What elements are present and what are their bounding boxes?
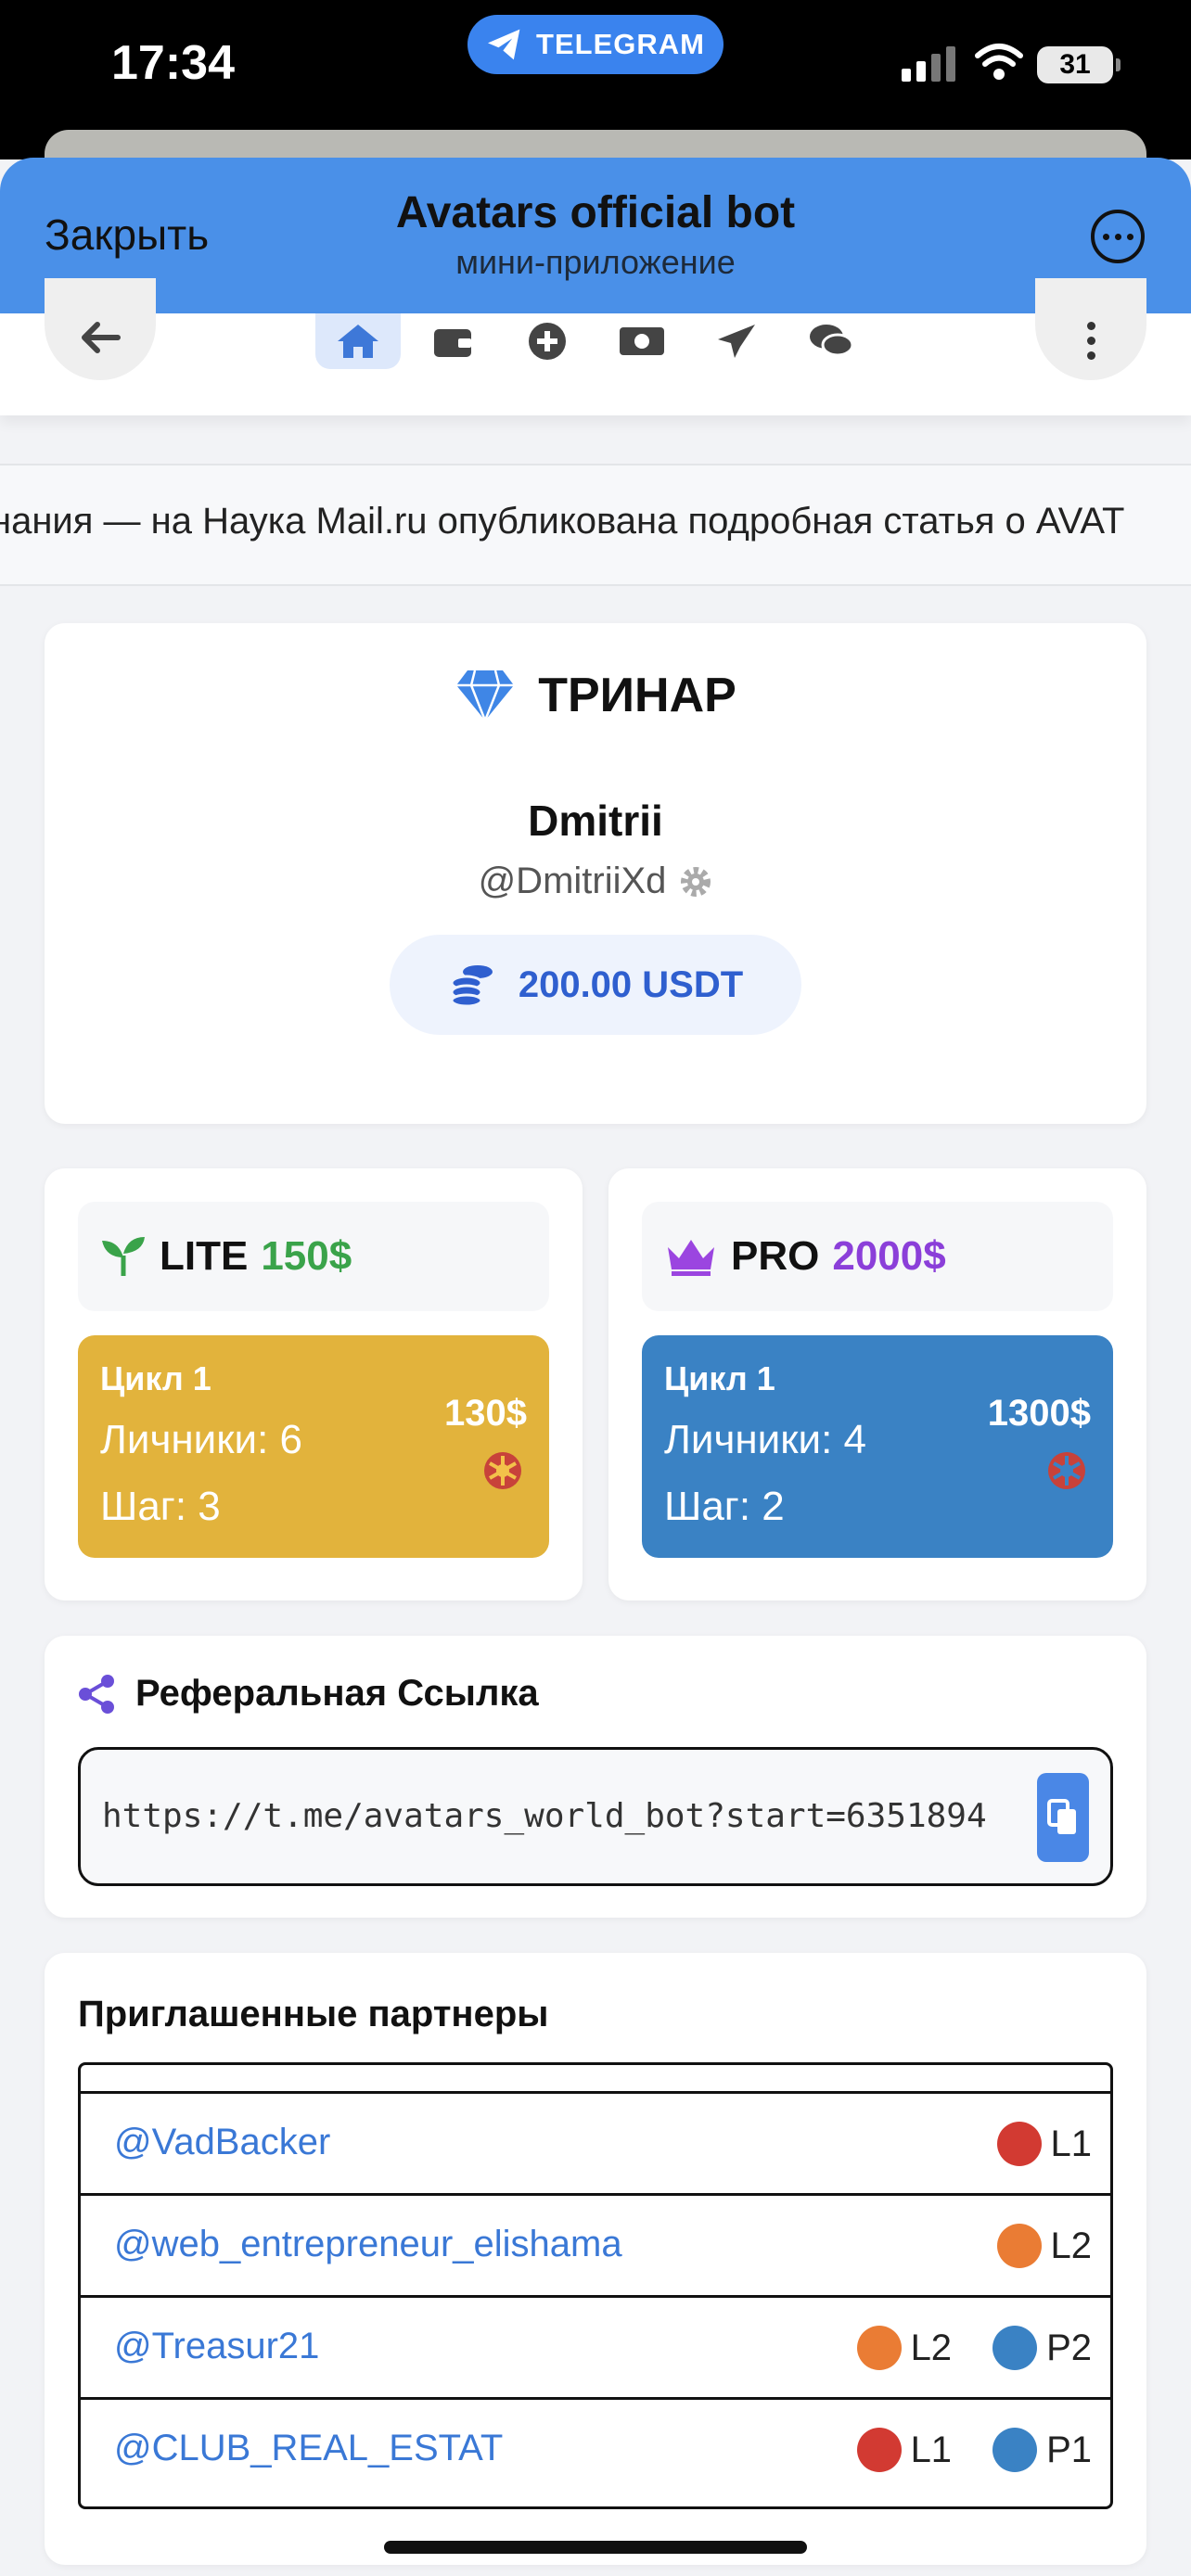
- share-icon: [79, 1674, 114, 1714]
- referral-title-text: Реферальная Ссылка: [135, 1673, 539, 1714]
- partner-badges: L1 P1: [856, 2428, 1092, 2472]
- table-row[interactable]: @web_entrepreneur_elishama L2: [81, 2193, 1110, 2295]
- money-icon: [620, 327, 664, 355]
- table-row[interactable]: @CLUB_REAL_ESTAT L1 P1: [81, 2397, 1110, 2499]
- plan-card-lite: LITE 150$ Цикл 1 Личники: 6 Шаг: 3 130$: [45, 1168, 583, 1600]
- badge-label: P2: [1046, 2327, 1092, 2368]
- nav-send[interactable]: [694, 313, 779, 369]
- personal-count: Личники: 6: [100, 1417, 303, 1462]
- partners-table: @VadBacker L1 @web_entrepreneur_elishama…: [78, 2062, 1113, 2509]
- wallet-icon: [434, 329, 471, 357]
- rank-title: ТРИНАР: [45, 668, 1146, 723]
- user-name: Dmitrii: [528, 797, 663, 845]
- partner-name[interactable]: @Treasur21: [114, 2326, 319, 2367]
- badge-label: P1: [1046, 2429, 1092, 2470]
- badge-dot: [996, 2122, 1042, 2166]
- personal-count: Личники: 4: [664, 1417, 867, 1462]
- table-row[interactable]: @Treasur21 L2 P2: [81, 2295, 1110, 2397]
- copy-button[interactable]: [1037, 1773, 1089, 1862]
- referral-link[interactable]: https://t.me/avatars_world_bot?start=635…: [102, 1797, 1020, 1835]
- sprout-icon: [102, 1237, 145, 1276]
- badge-label: L2: [1050, 2225, 1093, 2266]
- home-icon: [338, 325, 378, 358]
- step-label: Шаг: 3: [100, 1484, 221, 1529]
- badge-dot: [856, 2428, 902, 2472]
- gear-icon[interactable]: [679, 865, 712, 899]
- cycle-label: Цикл 1: [664, 1359, 775, 1397]
- nav-chat[interactable]: [788, 313, 874, 369]
- more-options-button[interactable]: [1091, 210, 1145, 263]
- badge-label: L2: [910, 2327, 953, 2368]
- nav-home[interactable]: [315, 313, 401, 369]
- ticker-text: нания — на Наука Mail.ru опубликована по…: [0, 501, 1125, 542]
- plan-header: LITE 150$: [78, 1202, 549, 1311]
- token-icon: [1048, 1452, 1085, 1489]
- step-label: Шаг: 2: [664, 1484, 785, 1529]
- user-handle: @DmitriiXd: [45, 861, 1146, 902]
- diamond-icon: [456, 670, 515, 722]
- balance-value: 200.00 USDT: [518, 963, 744, 1005]
- program-badge: P2: [992, 2326, 1092, 2370]
- chat-icon: [810, 325, 854, 357]
- telegram-icon: [488, 29, 520, 60]
- plan-name: LITE: [160, 1233, 249, 1279]
- home-indicator: [384, 2541, 807, 2554]
- nav-wallet[interactable]: [410, 313, 495, 369]
- level-badge: L1: [856, 2428, 953, 2472]
- plan-card-pro: PRO 2000$ Цикл 1 Личники: 4 Шаг: 2 1300$: [608, 1168, 1146, 1600]
- status-time: 17:34: [111, 36, 235, 90]
- level-badge: L2: [996, 2224, 1093, 2268]
- plan-price: 2000$: [832, 1233, 946, 1279]
- nav-money[interactable]: [599, 313, 685, 369]
- badge-label: L1: [910, 2429, 953, 2470]
- nav-icons: [315, 313, 874, 371]
- telegram-pill[interactable]: TELEGRAM: [467, 15, 724, 74]
- plan-header: PRO 2000$: [642, 1202, 1113, 1311]
- plus-circle-icon: [529, 323, 566, 360]
- badge-label: L1: [1050, 2123, 1093, 2164]
- partner-badges: L2: [996, 2224, 1093, 2268]
- partner-badges: L1: [996, 2122, 1093, 2166]
- level-badge: L2: [856, 2326, 953, 2370]
- partner-name[interactable]: @VadBacker: [114, 2122, 330, 2163]
- pill-label: TELEGRAM: [536, 28, 705, 60]
- cycle-amount: 1300$: [987, 1393, 1091, 1434]
- nav-add[interactable]: [505, 313, 590, 369]
- plan-price: 150$: [261, 1233, 352, 1279]
- battery-indicator: 31: [1037, 46, 1121, 83]
- referral-title: Реферальная Ссылка: [78, 1673, 539, 1715]
- program-badge: P1: [992, 2428, 1092, 2472]
- balance-badge: 200.00 USDT: [390, 935, 801, 1035]
- cellular-signal-icon: [902, 46, 955, 82]
- partner-badges: L2 P2: [856, 2326, 1092, 2370]
- bot-title: Avatars official bot: [395, 188, 796, 237]
- copy-icon: [1047, 1799, 1076, 1834]
- bot-subtitle: мини-приложение: [455, 243, 736, 281]
- news-ticker: нания — на Наука Mail.ru опубликована по…: [0, 464, 1191, 586]
- user-handle-text: @DmitriiXd: [478, 861, 667, 901]
- rank-label: ТРИНАР: [538, 669, 736, 722]
- crown-icon: [668, 1240, 714, 1276]
- coins-icon: [450, 965, 493, 1007]
- cycle-card[interactable]: Цикл 1 Личники: 6 Шаг: 3 130$: [78, 1335, 549, 1558]
- wifi-icon: [975, 44, 1023, 80]
- level-badge: L1: [996, 2122, 1093, 2166]
- paper-plane-icon: [718, 325, 755, 358]
- arrow-left-icon: [82, 322, 121, 353]
- badge-dot: [856, 2326, 902, 2370]
- badge-dot: [992, 2428, 1038, 2472]
- token-icon: [484, 1452, 521, 1489]
- cycle-amount: 130$: [444, 1393, 527, 1434]
- badge-dot: [992, 2326, 1038, 2370]
- cycle-label: Цикл 1: [100, 1359, 211, 1397]
- partners-title: Приглашенные партнеры: [78, 1994, 549, 2034]
- plan-name: PRO: [731, 1233, 820, 1279]
- partner-name[interactable]: @web_entrepreneur_elishama: [114, 2224, 622, 2265]
- partner-name[interactable]: @CLUB_REAL_ESTAT: [114, 2428, 503, 2469]
- cycle-card[interactable]: Цикл 1 Личники: 4 Шаг: 2 1300$: [642, 1335, 1113, 1558]
- table-row[interactable]: @VadBacker L1: [81, 2091, 1110, 2193]
- badge-dot: [996, 2224, 1042, 2268]
